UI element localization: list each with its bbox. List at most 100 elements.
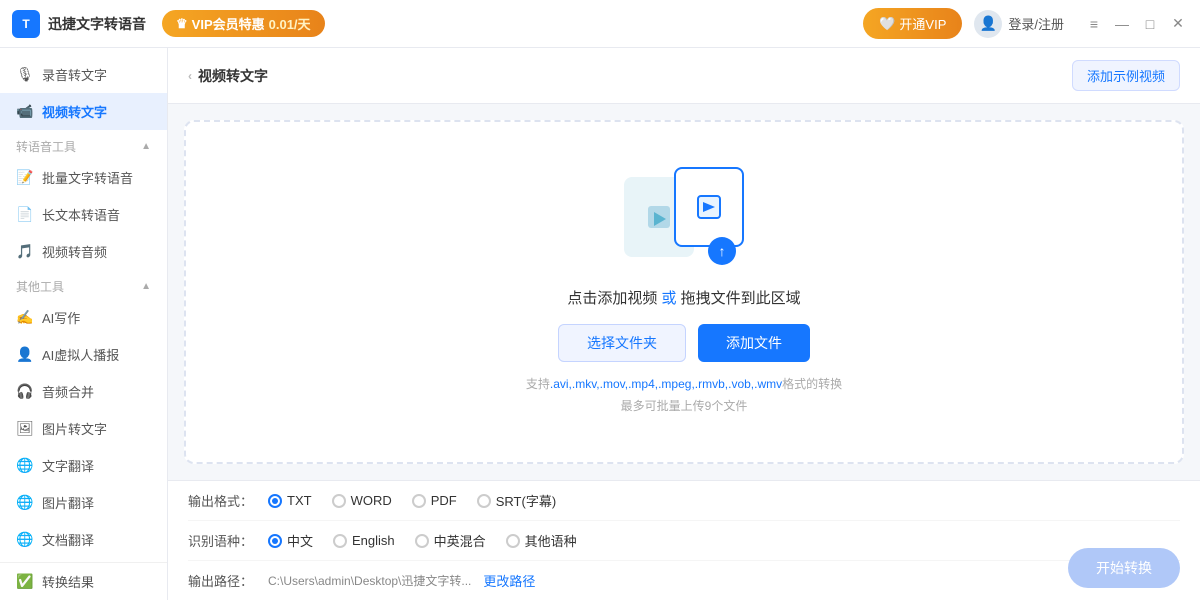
image-text-icon: 🖼 (16, 420, 34, 438)
upload-hint-formats: 支持.avi,.mkv,.mov,.mp4,.mpeg,.rmvb,.vob,.… (526, 374, 842, 396)
minimize-button[interactable]: — (1112, 14, 1132, 34)
content-wrapper: ↑ 点击添加视频 或 拖拽文件到此区域 选择文件夹 添加文件 支持.avi,.m… (168, 104, 1200, 600)
upload-prompt-text: 点击添加视频 或 拖拽文件到此区域 (567, 287, 800, 308)
batch-icon: 📝 (16, 169, 34, 187)
format-srt[interactable]: SRT(字幕) (477, 491, 556, 510)
lang-other-radio[interactable] (506, 534, 520, 548)
open-vip-button[interactable]: 🤍 开通VIP (863, 8, 962, 39)
sidebar-label-ai-writing: AI写作 (42, 308, 80, 327)
sidebar-item-text-translate[interactable]: 🌐 文字翻译 (0, 447, 167, 484)
window-controls: ≡ — □ ✕ (1084, 14, 1188, 34)
upload-buttons: 选择文件夹 添加文件 (558, 324, 810, 362)
format-label: 输出格式： (188, 491, 268, 510)
lang-chinese-radio[interactable] (268, 534, 282, 548)
or-text: 或 (661, 290, 676, 307)
main-layout: 🎙 录音转文字 📹 视频转文字 转语音工具 ▲ 📝 批量文字转语音 📄 长文本转… (0, 48, 1200, 600)
results-icon: ✅ (16, 573, 34, 591)
change-path-link[interactable]: 更改路径 (483, 571, 535, 590)
audio-merge-icon: 🎧 (16, 383, 34, 401)
language-radio-group: 中文 English 中英混合 其他语种 (268, 531, 577, 550)
title-bar: T 迅捷文字转语音 ♛ VIP会员特惠 0.01/天 🤍 开通VIP 👤 登录/… (0, 0, 1200, 48)
start-convert-button[interactable]: 开始转换 (1068, 548, 1180, 588)
sidebar-label-audio-to-text: 录音转文字 (42, 65, 107, 84)
sidebar-item-image-translate[interactable]: 🌐 图片翻译 (0, 484, 167, 521)
lang-english[interactable]: English (333, 533, 395, 548)
maximize-button[interactable]: □ (1140, 14, 1160, 34)
upload-icon-wrapper: ↑ (624, 167, 744, 267)
vip-banner[interactable]: ♛ VIP会员特惠 0.01/天 (162, 10, 325, 37)
upload-hint: 支持.avi,.mkv,.mov,.mp4,.mpeg,.rmvb,.vob,.… (526, 374, 842, 417)
sidebar-label-image-translate: 图片翻译 (42, 493, 94, 512)
vip-banner-text: VIP会员特惠 (192, 14, 265, 33)
sidebar-item-batch-tts[interactable]: 📝 批量文字转语音 (0, 159, 167, 196)
section-tts-header: 转语音工具 ▲ (0, 130, 167, 159)
lang-mixed-radio[interactable] (415, 534, 429, 548)
format-srt-radio[interactable] (477, 494, 491, 508)
sidebar-item-long-tts[interactable]: 📄 长文本转语音 (0, 196, 167, 233)
lang-english-radio[interactable] (333, 534, 347, 548)
login-button[interactable]: 👤 登录/注册 (974, 10, 1064, 38)
translate-doc-icon: 🌐 (16, 531, 34, 549)
translate-text-icon: 🌐 (16, 457, 34, 475)
sidebar: 🎙 录音转文字 📹 视频转文字 转语音工具 ▲ 📝 批量文字转语音 📄 长文本转… (0, 48, 168, 600)
long-text-icon: 📄 (16, 206, 34, 224)
lang-mixed[interactable]: 中英混合 (415, 531, 486, 550)
sidebar-item-doc-translate[interactable]: 🌐 文档翻译 (0, 521, 167, 558)
add-file-button[interactable]: 添加文件 (698, 324, 810, 362)
upload-hint-limit: 最多可批量上传9个文件 (526, 396, 842, 418)
sidebar-label-ai-avatar: AI虚拟人播报 (42, 345, 119, 364)
add-example-button[interactable]: 添加示例视频 (1072, 60, 1180, 91)
page-title: 视频转文字 (198, 66, 268, 86)
start-btn-container: 开始转换 (1068, 548, 1180, 588)
title-bar-right: 🤍 开通VIP 👤 登录/注册 ≡ — □ ✕ (863, 8, 1188, 39)
lang-chinese[interactable]: 中文 (268, 531, 313, 550)
sidebar-label-text-translate: 文字翻译 (42, 456, 94, 475)
mic-icon: 🎙 (16, 66, 34, 84)
sidebar-label-audio-merge: 音频合并 (42, 382, 94, 401)
section-other-arrow: ▲ (141, 281, 151, 292)
sidebar-label-long-tts: 长文本转语音 (42, 205, 120, 224)
upload-arrow-icon: ↑ (708, 237, 736, 265)
format-pdf-radio[interactable] (412, 494, 426, 508)
select-folder-button[interactable]: 选择文件夹 (558, 324, 686, 362)
format-txt[interactable]: TXT (268, 493, 312, 508)
language-row: 识别语种： 中文 English (188, 521, 1180, 561)
vip-banner-crown: ♛ (176, 16, 188, 32)
sidebar-item-audio-merge[interactable]: 🎧 音频合并 (0, 373, 167, 410)
format-txt-radio[interactable] (268, 494, 282, 508)
sidebar-item-ai-avatar[interactable]: 👤 AI虚拟人播报 (0, 336, 167, 373)
sidebar-item-image-to-text[interactable]: 🖼 图片转文字 (0, 410, 167, 447)
sidebar-item-video-to-text[interactable]: 📹 视频转文字 (0, 93, 167, 130)
ai-write-icon: ✍ (16, 309, 34, 327)
video-audio-icon: 🎵 (16, 243, 34, 261)
path-content: C:\Users\admin\Desktop\迅捷文字转... 更改路径 (268, 571, 535, 590)
sidebar-item-audio-to-text[interactable]: 🎙 录音转文字 (0, 56, 167, 93)
translate-image-icon: 🌐 (16, 494, 34, 512)
sidebar-item-video-to-audio[interactable]: 🎵 视频转音频 (0, 233, 167, 270)
output-path-value: C:\Users\admin\Desktop\迅捷文字转... (268, 572, 471, 589)
vip-price: 0.01/天 (269, 14, 311, 33)
section-tts-arrow: ▲ (141, 141, 151, 152)
path-row: 输出路径： C:\Users\admin\Desktop\迅捷文字转... 更改… (188, 561, 1180, 600)
close-button[interactable]: ✕ (1168, 14, 1188, 34)
avatar: 👤 (974, 10, 1002, 38)
format-word-radio[interactable] (332, 494, 346, 508)
lang-other[interactable]: 其他语种 (506, 531, 577, 550)
content-area: ‹ 视频转文字 添加示例视频 (168, 48, 1200, 600)
sidebar-label-batch-tts: 批量文字转语音 (42, 168, 133, 187)
video-icon: 📹 (16, 103, 34, 121)
bottom-options: 输出格式： TXT WORD (168, 480, 1200, 600)
menu-button[interactable]: ≡ (1084, 14, 1104, 34)
sidebar-label-video-audio: 视频转音频 (42, 242, 107, 261)
app-title: 迅捷文字转语音 (48, 14, 146, 34)
format-word[interactable]: WORD (332, 493, 392, 508)
sidebar-item-convert-results[interactable]: ✅ 转换结果 (0, 562, 167, 600)
file-icon-front (674, 167, 744, 247)
format-pdf[interactable]: PDF (412, 493, 457, 508)
content-header: ‹ 视频转文字 添加示例视频 (168, 48, 1200, 104)
sidebar-label-results: 转换结果 (42, 572, 94, 591)
section-other-header: 其他工具 ▲ (0, 270, 167, 299)
sidebar-item-ai-writing[interactable]: ✍ AI写作 (0, 299, 167, 336)
heart-icon: 🤍 (879, 16, 895, 32)
upload-zone[interactable]: ↑ 点击添加视频 或 拖拽文件到此区域 选择文件夹 添加文件 支持.avi,.m… (184, 120, 1184, 464)
